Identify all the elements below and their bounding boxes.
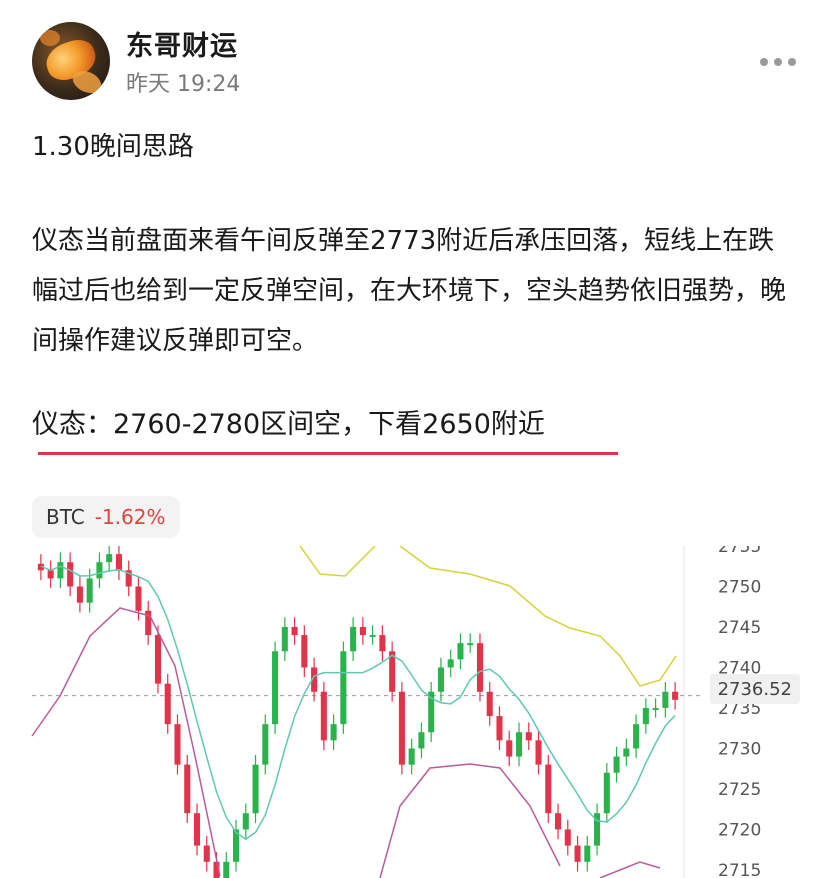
- candle-body: [57, 562, 64, 579]
- candle-body: [350, 626, 357, 652]
- candle-body: [369, 635, 376, 638]
- y-tick-label: 2730: [718, 739, 761, 759]
- y-tick-label: 2755: [718, 546, 761, 557]
- candle-body: [672, 691, 679, 700]
- candle-body: [193, 813, 201, 846]
- post-time: 昨天 19:24: [126, 72, 241, 97]
- candle-body: [272, 651, 279, 725]
- candle-body: [486, 691, 493, 717]
- candle-body: [223, 861, 230, 878]
- candle-body: [330, 724, 337, 741]
- candle-body: [652, 707, 659, 710]
- candle-body: [135, 586, 142, 611]
- avatar[interactable]: [32, 22, 110, 100]
- candle-body: [96, 562, 103, 579]
- key-line: 仪态：2760-2780区间空，下看2650附近: [32, 409, 545, 440]
- y-tick-label: 2720: [718, 820, 761, 840]
- candle-body: [252, 764, 259, 814]
- candle-body: [535, 740, 542, 765]
- ticker-badge[interactable]: BTC -1.62%: [32, 496, 180, 538]
- candle-body: [603, 772, 610, 814]
- candle-body: [115, 554, 122, 571]
- candle-body: [476, 643, 483, 692]
- candle-body: [86, 578, 93, 603]
- candle-body: [359, 626, 366, 636]
- candle-body: [506, 740, 513, 757]
- candle-body: [291, 626, 298, 636]
- candle-body: [545, 764, 552, 814]
- candle-body: [457, 643, 464, 660]
- candle-body: [67, 562, 74, 587]
- candle-body: [340, 651, 347, 725]
- candle-body: [564, 829, 571, 846]
- candle-body: [613, 756, 620, 773]
- y-tick-label: 2715: [718, 861, 761, 878]
- candle-body: [320, 691, 327, 741]
- candle-body: [301, 635, 308, 668]
- candle-body: [106, 554, 113, 563]
- y-tick-label: 2750: [718, 577, 761, 597]
- post-paragraph: 仪态当前盘面来看午间反弹至2773附近后承压回落，短线上在跌幅过后也给到一定反弹…: [32, 226, 787, 356]
- candle-body: [47, 570, 54, 579]
- candle-body: [76, 586, 83, 603]
- candle-body: [408, 748, 415, 765]
- candle-body: [437, 667, 444, 692]
- candle-body: [174, 724, 181, 765]
- candle-body: [584, 845, 591, 862]
- key-underline: [38, 452, 618, 455]
- y-tick-label: 2725: [718, 780, 761, 800]
- candle-body: [496, 716, 503, 741]
- candle-body: [281, 626, 288, 652]
- candle-body: [555, 813, 562, 830]
- post-title: 1.30晚间思路: [32, 132, 194, 162]
- candle-body: [154, 635, 161, 684]
- current-price-tag: 2736.52: [709, 674, 800, 704]
- candle-body: [515, 732, 523, 757]
- candle-body: [467, 643, 474, 646]
- candle-body: [623, 748, 630, 757]
- candle-body: [574, 845, 581, 862]
- candle-body: [642, 707, 649, 725]
- candle-body: [398, 691, 405, 765]
- candle-body: [379, 635, 386, 652]
- post-header: 东哥财运 昨天 19:24: [0, 0, 828, 120]
- candle-body: [525, 732, 532, 741]
- candle-body: [164, 683, 171, 725]
- candle-body: [662, 691, 669, 708]
- candle-body: [262, 724, 269, 765]
- candlestick-chart: 2755 2750 2745 2740 2735 2730 2725 2720 2715 273…: [0, 546, 828, 878]
- plot-area: [32, 546, 684, 878]
- chart-svg: 275527502745274027352730272527202715: [31, 546, 761, 878]
- ticker-change: -1.62%: [94, 505, 166, 529]
- candle-body: [184, 764, 191, 814]
- ticker-symbol: BTC: [46, 505, 85, 529]
- candle-body: [447, 659, 454, 668]
- candle-body: [242, 813, 249, 830]
- candle-body: [203, 845, 210, 862]
- y-tick-label: 2745: [718, 618, 761, 638]
- candle-body: [418, 732, 425, 749]
- author-name[interactable]: 东哥财运: [126, 24, 238, 63]
- more-options-icon[interactable]: [760, 58, 796, 66]
- candle-body: [633, 724, 640, 749]
